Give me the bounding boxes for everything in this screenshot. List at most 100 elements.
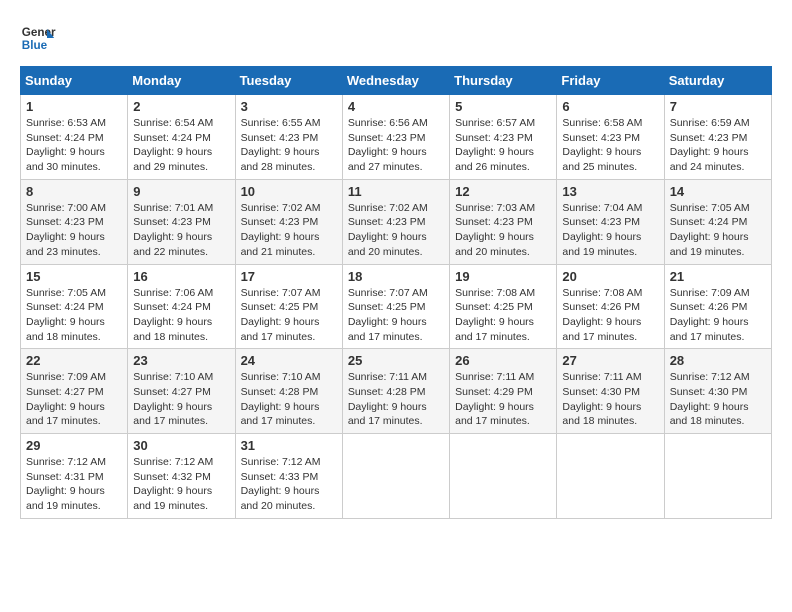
svg-text:Blue: Blue: [22, 39, 48, 52]
day-number: 31: [241, 438, 337, 453]
day-info: Sunrise: 7:10 AMSunset: 4:27 PMDaylight:…: [133, 371, 213, 427]
day-number: 12: [455, 184, 551, 199]
day-header-saturday: Saturday: [664, 67, 771, 95]
calendar-cell: 31 Sunrise: 7:12 AMSunset: 4:33 PMDaylig…: [235, 434, 342, 519]
day-header-monday: Monday: [128, 67, 235, 95]
day-info: Sunrise: 7:12 AMSunset: 4:32 PMDaylight:…: [133, 456, 213, 512]
day-info: Sunrise: 7:02 AMSunset: 4:23 PMDaylight:…: [348, 202, 428, 258]
calendar-cell: [557, 434, 664, 519]
day-info: Sunrise: 7:00 AMSunset: 4:23 PMDaylight:…: [26, 202, 106, 258]
calendar-table: SundayMondayTuesdayWednesdayThursdayFrid…: [20, 66, 772, 519]
calendar-cell: [664, 434, 771, 519]
calendar-cell: [342, 434, 449, 519]
calendar-cell: 28 Sunrise: 7:12 AMSunset: 4:30 PMDaylig…: [664, 349, 771, 434]
day-info: Sunrise: 7:09 AMSunset: 4:27 PMDaylight:…: [26, 371, 106, 427]
calendar-cell: 23 Sunrise: 7:10 AMSunset: 4:27 PMDaylig…: [128, 349, 235, 434]
day-header-thursday: Thursday: [450, 67, 557, 95]
day-info: Sunrise: 7:04 AMSunset: 4:23 PMDaylight:…: [562, 202, 642, 258]
calendar-cell: 26 Sunrise: 7:11 AMSunset: 4:29 PMDaylig…: [450, 349, 557, 434]
calendar-cell: 20 Sunrise: 7:08 AMSunset: 4:26 PMDaylig…: [557, 264, 664, 349]
day-info: Sunrise: 6:55 AMSunset: 4:23 PMDaylight:…: [241, 117, 321, 173]
day-number: 27: [562, 353, 658, 368]
day-info: Sunrise: 6:54 AMSunset: 4:24 PMDaylight:…: [133, 117, 213, 173]
day-number: 18: [348, 269, 444, 284]
day-number: 14: [670, 184, 766, 199]
day-number: 13: [562, 184, 658, 199]
day-number: 24: [241, 353, 337, 368]
day-header-tuesday: Tuesday: [235, 67, 342, 95]
day-header-friday: Friday: [557, 67, 664, 95]
day-number: 4: [348, 99, 444, 114]
day-number: 7: [670, 99, 766, 114]
day-info: Sunrise: 7:02 AMSunset: 4:23 PMDaylight:…: [241, 202, 321, 258]
day-info: Sunrise: 6:53 AMSunset: 4:24 PMDaylight:…: [26, 117, 106, 173]
day-info: Sunrise: 7:12 AMSunset: 4:30 PMDaylight:…: [670, 371, 750, 427]
day-header-sunday: Sunday: [21, 67, 128, 95]
day-number: 21: [670, 269, 766, 284]
day-number: 28: [670, 353, 766, 368]
calendar-cell: 3 Sunrise: 6:55 AMSunset: 4:23 PMDayligh…: [235, 95, 342, 180]
calendar-cell: 17 Sunrise: 7:07 AMSunset: 4:25 PMDaylig…: [235, 264, 342, 349]
day-number: 30: [133, 438, 229, 453]
logo-icon: General Blue: [20, 20, 56, 56]
day-info: Sunrise: 7:08 AMSunset: 4:26 PMDaylight:…: [562, 287, 642, 343]
day-number: 26: [455, 353, 551, 368]
day-info: Sunrise: 7:12 AMSunset: 4:33 PMDaylight:…: [241, 456, 321, 512]
calendar-cell: 8 Sunrise: 7:00 AMSunset: 4:23 PMDayligh…: [21, 179, 128, 264]
day-header-wednesday: Wednesday: [342, 67, 449, 95]
day-number: 3: [241, 99, 337, 114]
day-info: Sunrise: 7:11 AMSunset: 4:30 PMDaylight:…: [562, 371, 641, 427]
calendar-cell: [450, 434, 557, 519]
calendar-cell: 6 Sunrise: 6:58 AMSunset: 4:23 PMDayligh…: [557, 95, 664, 180]
day-info: Sunrise: 7:05 AMSunset: 4:24 PMDaylight:…: [670, 202, 750, 258]
day-info: Sunrise: 7:07 AMSunset: 4:25 PMDaylight:…: [241, 287, 321, 343]
calendar-cell: 29 Sunrise: 7:12 AMSunset: 4:31 PMDaylig…: [21, 434, 128, 519]
day-number: 5: [455, 99, 551, 114]
header: General Blue: [20, 20, 772, 56]
day-info: Sunrise: 7:03 AMSunset: 4:23 PMDaylight:…: [455, 202, 535, 258]
day-number: 16: [133, 269, 229, 284]
calendar-cell: 4 Sunrise: 6:56 AMSunset: 4:23 PMDayligh…: [342, 95, 449, 180]
calendar-cell: 24 Sunrise: 7:10 AMSunset: 4:28 PMDaylig…: [235, 349, 342, 434]
day-number: 9: [133, 184, 229, 199]
day-number: 29: [26, 438, 122, 453]
day-number: 25: [348, 353, 444, 368]
calendar-cell: 30 Sunrise: 7:12 AMSunset: 4:32 PMDaylig…: [128, 434, 235, 519]
day-number: 15: [26, 269, 122, 284]
calendar-cell: 18 Sunrise: 7:07 AMSunset: 4:25 PMDaylig…: [342, 264, 449, 349]
calendar-cell: 21 Sunrise: 7:09 AMSunset: 4:26 PMDaylig…: [664, 264, 771, 349]
calendar-cell: 16 Sunrise: 7:06 AMSunset: 4:24 PMDaylig…: [128, 264, 235, 349]
day-info: Sunrise: 6:57 AMSunset: 4:23 PMDaylight:…: [455, 117, 535, 173]
calendar-cell: 10 Sunrise: 7:02 AMSunset: 4:23 PMDaylig…: [235, 179, 342, 264]
day-info: Sunrise: 7:09 AMSunset: 4:26 PMDaylight:…: [670, 287, 750, 343]
day-number: 6: [562, 99, 658, 114]
day-info: Sunrise: 7:12 AMSunset: 4:31 PMDaylight:…: [26, 456, 106, 512]
day-info: Sunrise: 7:01 AMSunset: 4:23 PMDaylight:…: [133, 202, 213, 258]
day-info: Sunrise: 7:11 AMSunset: 4:29 PMDaylight:…: [455, 371, 534, 427]
day-number: 20: [562, 269, 658, 284]
calendar-cell: 25 Sunrise: 7:11 AMSunset: 4:28 PMDaylig…: [342, 349, 449, 434]
logo: General Blue: [20, 20, 56, 56]
calendar-cell: 11 Sunrise: 7:02 AMSunset: 4:23 PMDaylig…: [342, 179, 449, 264]
day-info: Sunrise: 7:05 AMSunset: 4:24 PMDaylight:…: [26, 287, 106, 343]
day-number: 11: [348, 184, 444, 199]
day-info: Sunrise: 7:11 AMSunset: 4:28 PMDaylight:…: [348, 371, 427, 427]
calendar-cell: 14 Sunrise: 7:05 AMSunset: 4:24 PMDaylig…: [664, 179, 771, 264]
calendar-cell: 1 Sunrise: 6:53 AMSunset: 4:24 PMDayligh…: [21, 95, 128, 180]
day-number: 10: [241, 184, 337, 199]
calendar-cell: 22 Sunrise: 7:09 AMSunset: 4:27 PMDaylig…: [21, 349, 128, 434]
day-info: Sunrise: 7:10 AMSunset: 4:28 PMDaylight:…: [241, 371, 321, 427]
calendar-cell: 5 Sunrise: 6:57 AMSunset: 4:23 PMDayligh…: [450, 95, 557, 180]
day-number: 23: [133, 353, 229, 368]
day-number: 17: [241, 269, 337, 284]
day-info: Sunrise: 6:58 AMSunset: 4:23 PMDaylight:…: [562, 117, 642, 173]
calendar-cell: 7 Sunrise: 6:59 AMSunset: 4:23 PMDayligh…: [664, 95, 771, 180]
day-info: Sunrise: 7:08 AMSunset: 4:25 PMDaylight:…: [455, 287, 535, 343]
calendar-cell: 9 Sunrise: 7:01 AMSunset: 4:23 PMDayligh…: [128, 179, 235, 264]
calendar-cell: 27 Sunrise: 7:11 AMSunset: 4:30 PMDaylig…: [557, 349, 664, 434]
day-info: Sunrise: 6:56 AMSunset: 4:23 PMDaylight:…: [348, 117, 428, 173]
day-number: 19: [455, 269, 551, 284]
day-number: 8: [26, 184, 122, 199]
calendar-cell: 13 Sunrise: 7:04 AMSunset: 4:23 PMDaylig…: [557, 179, 664, 264]
day-number: 1: [26, 99, 122, 114]
